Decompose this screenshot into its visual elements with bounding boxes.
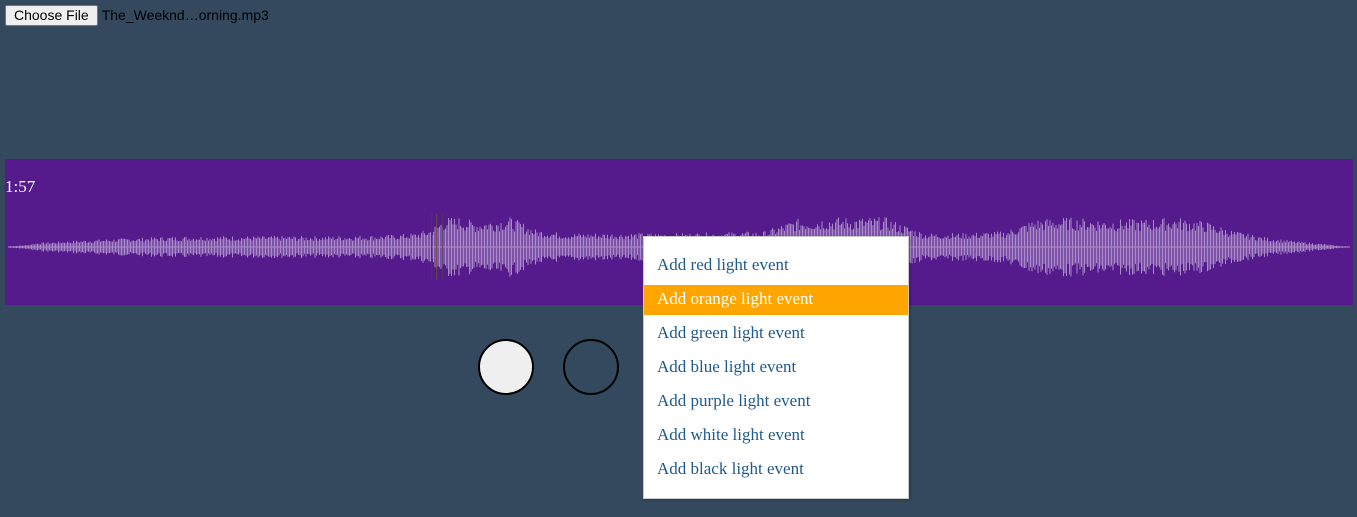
light-indicator-on[interactable] [478, 339, 534, 395]
context-menu: Add red light event Add orange light eve… [643, 236, 909, 499]
menu-item-add-green-light[interactable]: Add green light event [644, 319, 908, 349]
menu-item-add-red-light[interactable]: Add red light event [644, 251, 908, 281]
file-input[interactable]: Choose File The_Weeknd…orning.mp3 [5, 4, 269, 26]
menu-item-add-orange-light[interactable]: Add orange light event [644, 285, 908, 315]
light-indicator-off[interactable] [563, 339, 619, 395]
menu-item-add-white-light[interactable]: Add white light event [644, 421, 908, 451]
menu-item-add-black-light[interactable]: Add black light event [644, 455, 908, 485]
choose-file-button[interactable]: Choose File [5, 4, 98, 26]
current-time-label: 1:57 [5, 177, 36, 196]
menu-item-add-purple-light[interactable]: Add purple light event [644, 387, 908, 417]
menu-item-add-blue-light[interactable]: Add blue light event [644, 353, 908, 383]
selected-file-name: The_Weeknd…orning.mp3 [101, 7, 269, 23]
